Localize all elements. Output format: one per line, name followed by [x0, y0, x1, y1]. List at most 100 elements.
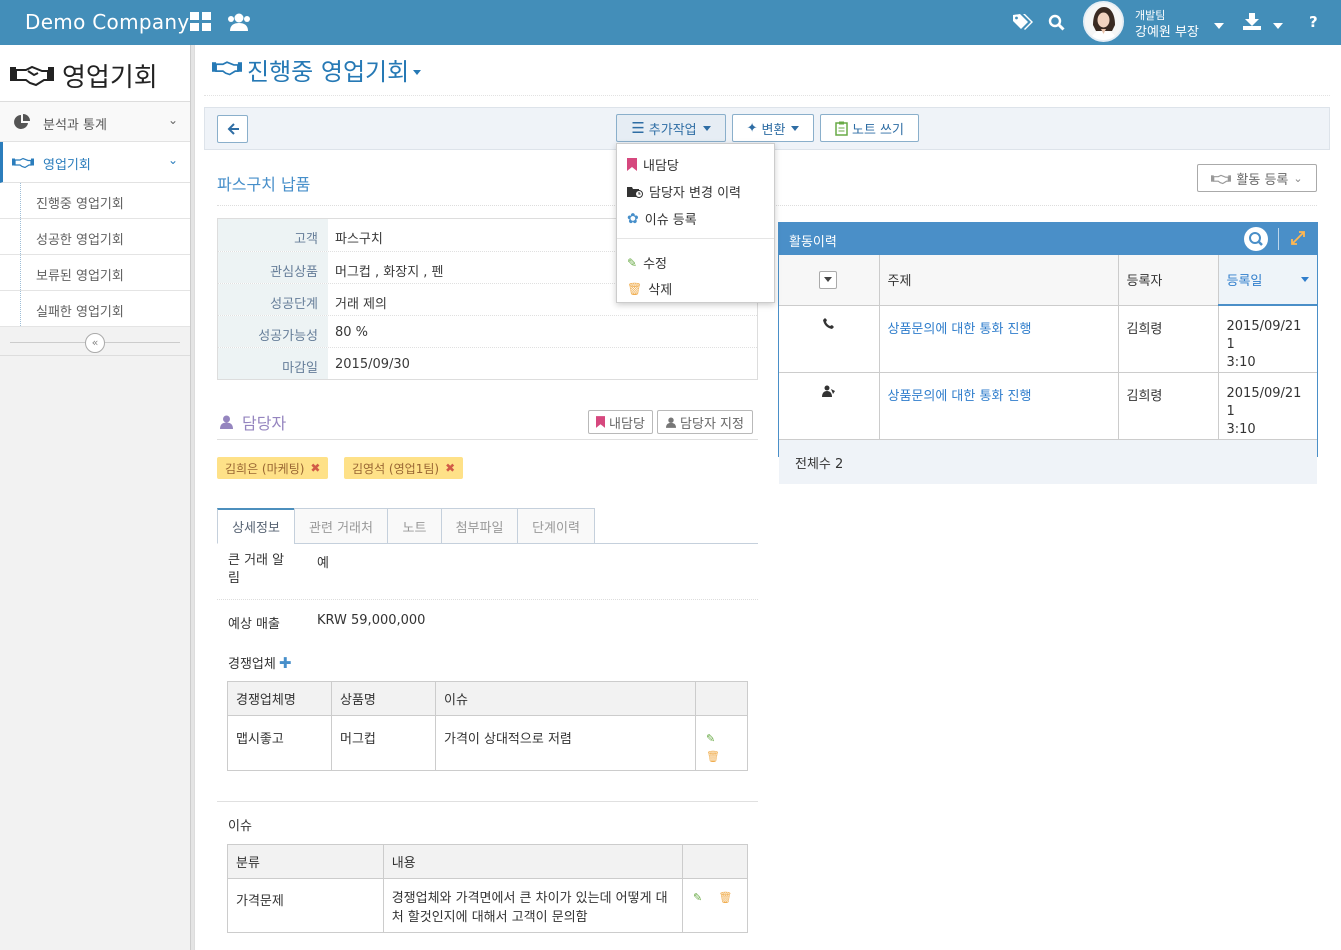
user-avatar[interactable]	[1083, 1, 1124, 42]
detail-row: 큰 거래 알림 예	[217, 544, 758, 600]
chevron-down-icon: ⌄	[167, 153, 178, 167]
caret-down-icon	[824, 277, 832, 283]
page-title-label: 진행중 영업기회	[247, 58, 410, 86]
tab-attachments[interactable]: 첨부파일	[441, 508, 518, 544]
edit-icon[interactable]: ✎	[693, 891, 702, 904]
more-actions-button[interactable]: ☰ 추가작업	[616, 114, 726, 142]
user-name[interactable]: 강예원 부장	[1135, 21, 1199, 40]
convert-button[interactable]: ✦ 변환	[732, 114, 814, 142]
activity-subject-link[interactable]: 상품문의에 대한 통화 진행	[878, 304, 1119, 373]
search-icon[interactable]	[1048, 14, 1065, 35]
sidebar-subitem-label: 보류된 영업기회	[36, 269, 124, 284]
trash-icon[interactable]: 🗑	[718, 891, 732, 904]
user-menu-caret-icon[interactable]	[1214, 18, 1224, 33]
sidebar-subitem-ongoing[interactable]: 진행중 영업기회	[0, 183, 190, 219]
column-header-label: 등록일	[1226, 274, 1263, 289]
tab-details[interactable]: 상세정보	[217, 508, 295, 544]
cell: 2015/09/21 1 3:10	[1217, 372, 1317, 440]
divider	[217, 801, 758, 802]
activity-table: 주제 등록자 등록일 상품문의에 대한 통화 진행 김희령 2015/09/21…	[779, 255, 1317, 484]
competitors-header: 경쟁업체 ✚	[228, 653, 292, 673]
dropdown-item-label: 내담당	[643, 159, 679, 174]
table-header-row: 주제 등록자 등록일	[779, 255, 1317, 306]
activity-time: 3:10	[1226, 422, 1256, 437]
mine-button[interactable]: 내담당	[588, 410, 653, 434]
users-icon[interactable]	[226, 12, 252, 36]
bookmark-icon	[627, 158, 637, 171]
info-value: 거래 제의	[335, 297, 387, 312]
phone-icon	[823, 317, 835, 329]
total-count: 전체수 2	[779, 439, 1317, 484]
column-header[interactable]: 주제	[878, 255, 1119, 306]
dropdown-item-label: 담당자 변경 이력	[649, 186, 741, 201]
sidebar-item-opportunities[interactable]: 영업기회 ⌄	[0, 142, 190, 183]
back-button[interactable]	[217, 115, 248, 143]
dropdown-item-owner-history[interactable]: 담당자 변경 이력	[627, 182, 741, 201]
cell-actions: ✎ 🗑	[695, 715, 748, 771]
tab-related-accounts[interactable]: 관련 거래처	[294, 508, 388, 544]
sidebar-edge	[191, 45, 195, 950]
sidebar-subitem-won[interactable]: 성공한 영업기회	[0, 219, 190, 255]
table-row[interactable]: 상품문의에 대한 통화 진행 김희령 2015/09/21 1 3:10	[779, 304, 1317, 373]
cell: 김희령	[1117, 372, 1219, 440]
search-icon[interactable]	[1244, 227, 1268, 251]
sidebar-item-analytics[interactable]: 분석과 통계 ⌄	[0, 102, 190, 142]
tab-stage-history[interactable]: 단계이력	[517, 508, 595, 544]
add-icon[interactable]: ✚	[279, 654, 292, 672]
remove-icon[interactable]: ✖	[445, 461, 455, 475]
top-navbar: Demo Company 개발팀 강예원 부장 ?	[0, 0, 1341, 45]
activity-subject-link[interactable]: 상품문의에 대한 통화 진행	[878, 372, 1119, 440]
help-icon[interactable]: ?	[1309, 13, 1318, 31]
detail-row: 예상 매출 KRW 59,000,000	[217, 600, 758, 640]
assign-owner-button[interactable]: 담당자 지정	[657, 410, 753, 434]
remove-icon[interactable]: ✖	[310, 461, 320, 475]
magic-wand-icon: ✦	[746, 120, 758, 136]
detail-label: 예상 매출	[228, 617, 280, 632]
page-title[interactable]: 진행중 영업기회	[247, 52, 422, 87]
dropdown-item-mine[interactable]: 내담당	[627, 155, 679, 174]
sidebar-collapse-icon[interactable]: «	[85, 333, 105, 353]
sidebar-subitem-onhold[interactable]: 보류된 영업기회	[0, 255, 190, 291]
tab-notes[interactable]: 노트	[387, 508, 442, 544]
dropdown-item-register-issue[interactable]: ✿ 이슈 등록	[627, 209, 697, 229]
column-header-sorted[interactable]: 등록일	[1217, 255, 1317, 306]
grid-icon[interactable]	[190, 12, 212, 36]
expand-icon[interactable]	[1291, 231, 1305, 249]
brand-logo[interactable]: Demo Company	[25, 10, 190, 34]
table-header-row: 경쟁업체명 상품명 이슈	[227, 681, 748, 716]
edit-icon[interactable]: ✎	[706, 730, 739, 748]
activity-history-panel: 활동이력 주제 등록자 등록일 상품문의에 대한 통화 진행 김희령 2015/…	[778, 222, 1318, 484]
column-header: 경쟁업체명	[227, 681, 332, 716]
register-activity-button[interactable]: 활동 등록 ⌄	[1197, 164, 1317, 192]
cell: 김희령	[1117, 304, 1219, 373]
download-caret-icon[interactable]	[1273, 18, 1283, 33]
sidebar-subitem-lost[interactable]: 실패한 영업기회	[0, 291, 190, 327]
sidebar-subitem-label: 진행중 영업기회	[36, 197, 124, 212]
table-row[interactable]: 상품문의에 대한 통화 진행 김희령 2015/09/21 1 3:10	[779, 372, 1317, 440]
dropdown-item-delete[interactable]: 🗑 삭제	[627, 279, 672, 299]
register-activity-label: 활동 등록	[1236, 172, 1289, 188]
activity-history-header: 활동이력	[779, 223, 1317, 255]
info-label: 고객	[218, 219, 328, 251]
issues-label: 이슈	[228, 819, 252, 834]
cell: 맵시좋고	[227, 715, 332, 771]
download-icon[interactable]	[1243, 13, 1261, 34]
contact-tag[interactable]: 김영석 (영업1팀) ✖	[344, 457, 464, 479]
select-toggle-button[interactable]	[819, 270, 837, 289]
column-header	[695, 681, 748, 716]
column-header[interactable]: 등록자	[1117, 255, 1219, 306]
divider	[617, 238, 774, 239]
tags-icon[interactable]	[1013, 14, 1033, 34]
trash-icon[interactable]: 🗑	[706, 748, 739, 766]
contact-tag[interactable]: 김희은 (마케팅) ✖	[217, 457, 329, 479]
cell: 머그컵	[331, 715, 436, 771]
write-note-button[interactable]: 노트 쓰기	[820, 114, 919, 142]
dropdown-item-edit[interactable]: ✎ 수정	[627, 253, 667, 273]
info-label: 성공가능성	[218, 316, 328, 347]
detail-value: KRW 59,000,000	[317, 613, 426, 628]
cell: 가격이 상대적으로 저렴	[435, 715, 696, 771]
activity-date: 2015/09/21 1	[1226, 319, 1302, 352]
cell	[779, 372, 880, 440]
contacts-header: 담당자	[220, 410, 286, 434]
divider	[204, 95, 1330, 96]
